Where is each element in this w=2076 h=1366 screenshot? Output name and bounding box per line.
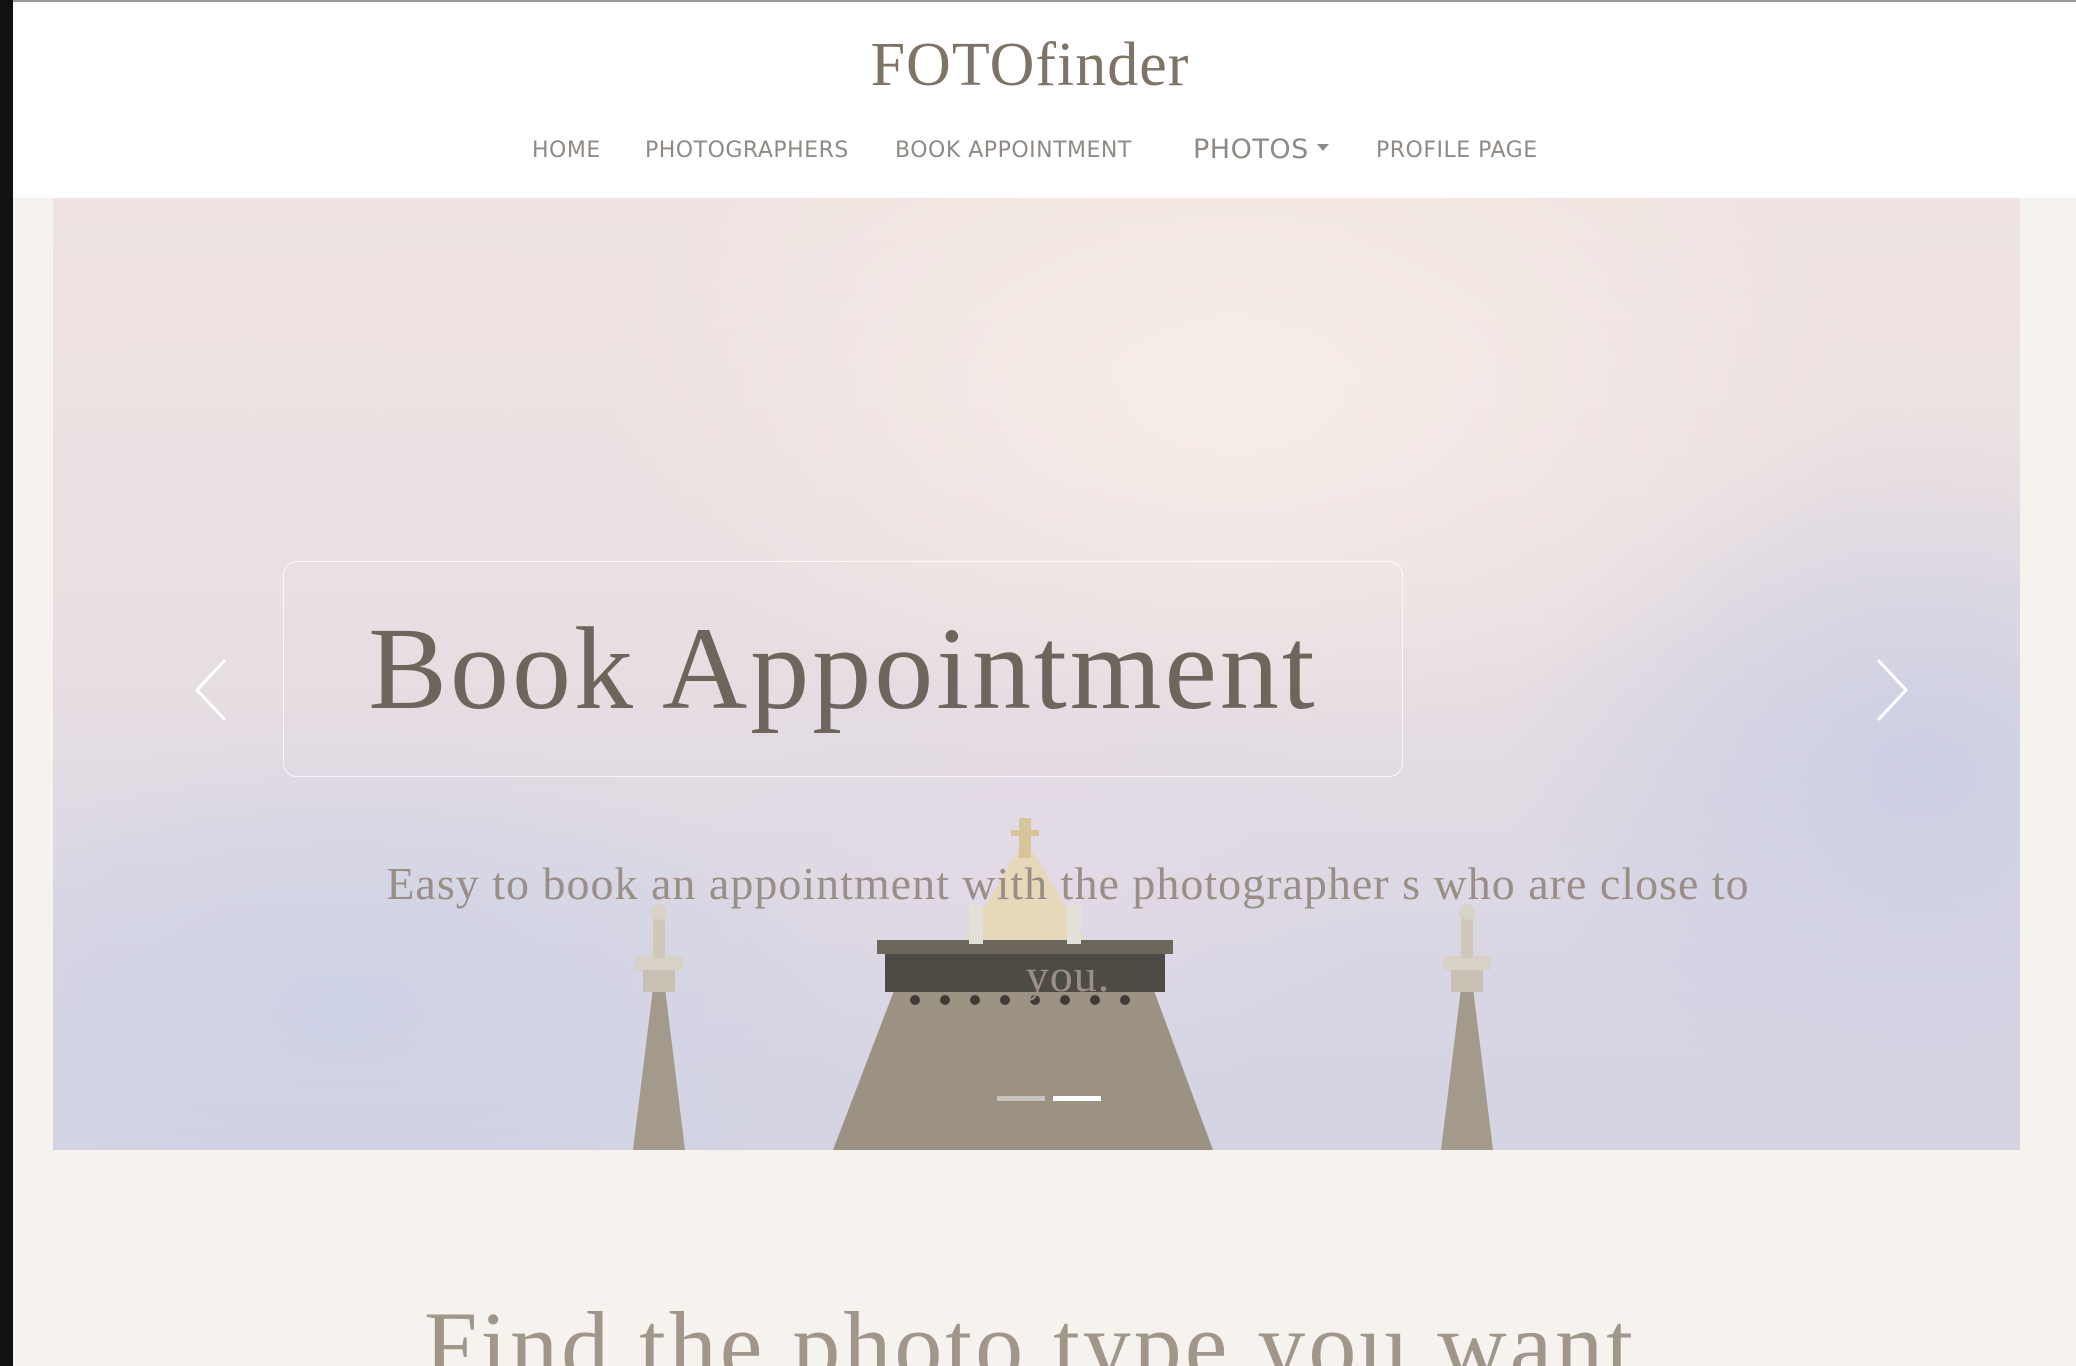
window-edge — [0, 0, 13, 1366]
carousel-indicator-1[interactable] — [997, 1096, 1045, 1101]
main-nav: HOME PHOTOGRAPHERS BOOK APPOINTMENT PHOT… — [13, 134, 2076, 176]
page: FOTOfinder HOME PHOTOGRAPHERS BOOK APPOI… — [13, 0, 2076, 1366]
carousel-indicator-2[interactable] — [1053, 1096, 1101, 1101]
brand-logo[interactable]: FOTOfinder — [13, 30, 2047, 101]
hero-title-box: Book Appointment — [283, 561, 1403, 777]
chevron-left-icon — [194, 658, 227, 722]
nav-photographers[interactable]: PHOTOGRAPHERS — [645, 138, 849, 163]
hero-title: Book Appointment — [368, 603, 1318, 734]
nav-photos-dropdown[interactable]: PHOTOS — [1193, 134, 1329, 165]
section-heading: Find the photo type you want — [424, 1292, 1636, 1366]
carousel-next-button[interactable] — [1860, 650, 1920, 730]
nav-home[interactable]: HOME — [532, 138, 601, 163]
carousel-prev-button[interactable] — [183, 650, 243, 730]
hero-description: Easy to book an appointment with the pho… — [386, 858, 1750, 1001]
nav-book-appointment[interactable]: BOOK APPOINTMENT — [895, 138, 1132, 163]
chevron-right-icon — [1876, 658, 1909, 722]
caret-down-icon — [1316, 144, 1329, 151]
site-header: FOTOfinder HOME PHOTOGRAPHERS BOOK APPOI… — [13, 0, 2076, 198]
nav-photos-label: PHOTOS — [1193, 134, 1309, 165]
hero-carousel: Book Appointment Easy to book an appoint… — [53, 198, 2020, 1150]
nav-profile-page[interactable]: PROFILE PAGE — [1376, 138, 1538, 163]
